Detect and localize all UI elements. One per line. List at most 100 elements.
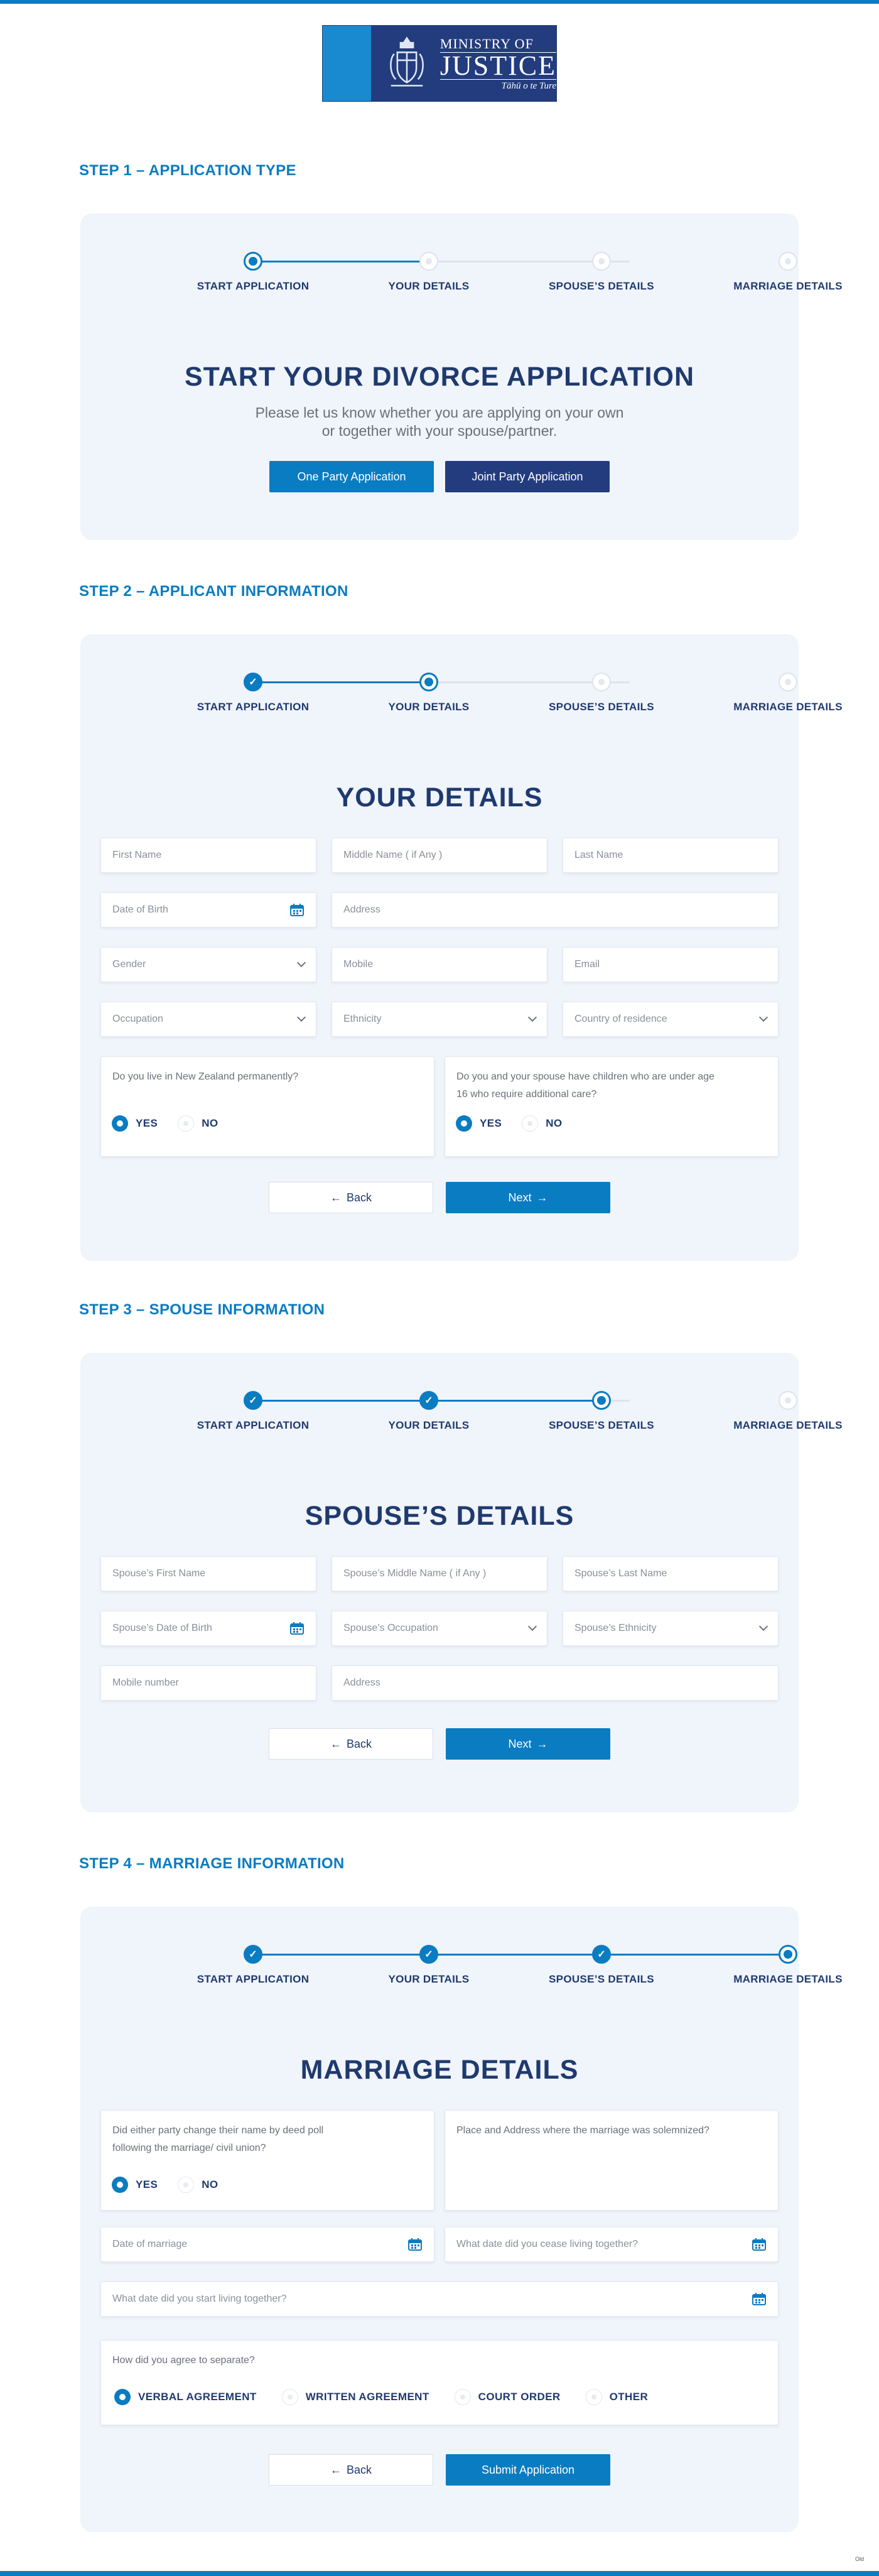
progress-fill — [253, 261, 429, 262]
other-radio[interactable]: OTHER — [585, 2389, 649, 2405]
nz-residence-no-radio[interactable]: NO — [178, 1115, 218, 1132]
ministry-of-justice-logo[interactable]: MINISTRY OF JUSTICE Tāhū o te Ture — [322, 25, 557, 102]
joint-party-application-button[interactable]: Joint Party Application — [445, 461, 610, 492]
progress-dot-spouse — [592, 1391, 611, 1410]
deed-poll-yes-radio[interactable]: YES — [112, 2177, 158, 2193]
progress-label-your-details: YOUR DETAILS — [388, 280, 470, 292]
step1-subtitle-line2: or together with your spouse/partner. — [321, 423, 558, 439]
back-button[interactable]: ← Back — [269, 1182, 433, 1213]
verbal-agreement-radio[interactable]: VERBAL AGREEMENT — [114, 2389, 257, 2405]
step1-subtitle-line1: Please let us know whether you are apply… — [255, 404, 624, 421]
radio-unselected-icon — [454, 2389, 471, 2405]
progress-label-spouse: SPOUSE’S DETAILS — [549, 1973, 654, 1985]
spouse-dob-placeholder: Spouse’s Date of Birth — [112, 1623, 212, 1633]
top-accent-bar — [0, 0, 879, 4]
start-living-date-field[interactable]: What date did you start living together? — [100, 2281, 779, 2317]
progress-dot-your-details: ✓ — [419, 1945, 438, 1964]
progress-label-start: START APPLICATION — [197, 1419, 310, 1431]
no-label: NO — [202, 1117, 218, 1129]
progress-label-your-details: YOUR DETAILS — [388, 701, 470, 713]
first-name-field[interactable]: First Name — [100, 838, 316, 873]
address-field[interactable]: Address — [332, 892, 779, 928]
country-select[interactable]: Country of residence — [563, 1002, 779, 1037]
radio-unselected-icon — [281, 2389, 298, 2405]
spouse-mobile-placeholder: Mobile number — [112, 1677, 179, 1688]
spouse-dob-field[interactable]: Spouse’s Date of Birth — [100, 1611, 316, 1646]
written-agreement-radio[interactable]: WRITTEN AGREEMENT — [281, 2389, 429, 2405]
progress-dot-start — [244, 252, 262, 271]
cease-living-date-field[interactable]: What date did you cease living together? — [445, 2227, 779, 2262]
deed-poll-no-radio[interactable]: NO — [178, 2177, 218, 2193]
email-field[interactable]: Email — [563, 947, 779, 982]
next-button[interactable]: Next → — [446, 1182, 610, 1213]
middle-name-field[interactable]: Middle Name ( if Any ) — [332, 838, 547, 873]
spouse-middle-name-field[interactable]: Spouse’s Middle Name ( if Any ) — [332, 1556, 547, 1591]
date-of-birth-field[interactable]: Date of Birth — [100, 892, 316, 928]
step2-title: STEP 2 – APPLICANT INFORMATION — [79, 583, 348, 600]
progress-label-your-details: YOUR DETAILS — [388, 1973, 470, 1985]
children-yes-radio[interactable]: YES — [456, 1115, 502, 1132]
next-button[interactable]: Next → — [446, 1728, 610, 1760]
ethnicity-select[interactable]: Ethnicity — [332, 1002, 547, 1037]
nz-residence-question-text: Do you live in New Zealand permanently? — [112, 1071, 299, 1082]
progress-dot-start: ✓ — [244, 1391, 262, 1410]
last-name-field[interactable]: Last Name — [563, 838, 779, 873]
calendar-icon[interactable] — [407, 2238, 423, 2251]
deed-poll-line2: following the marriage/ civil union? — [112, 2143, 266, 2153]
separation-radios: VERBAL AGREEMENT WRITTEN AGREEMENT COURT… — [114, 2389, 648, 2405]
children-no-radio[interactable]: NO — [522, 1115, 562, 1132]
spouse-first-name-field[interactable]: Spouse’s First Name — [100, 1556, 316, 1591]
progress-dot-spouse — [592, 673, 611, 691]
spouse-ethnicity-select[interactable]: Spouse’s Ethnicity — [563, 1611, 779, 1646]
deed-poll-question: Did either party change their name by de… — [100, 2110, 434, 2211]
one-party-application-button[interactable]: One Party Application — [269, 461, 434, 492]
one-party-label: One Party Application — [297, 470, 406, 483]
spouse-occupation-select[interactable]: Spouse’s Occupation — [332, 1611, 547, 1646]
logo-line3: Tāhū o te Ture — [501, 80, 556, 91]
progress-label-your-details: YOUR DETAILS — [388, 1419, 470, 1431]
calendar-icon[interactable] — [289, 903, 305, 917]
chevron-down-icon — [296, 958, 306, 968]
court-order-radio[interactable]: COURT ORDER — [454, 2389, 561, 2405]
radio-selected-icon — [112, 1115, 128, 1132]
place-address-textarea[interactable]: Place and Address where the marriage was… — [445, 2110, 779, 2211]
children-question-line1: Do you and your spouse have children who… — [456, 1071, 715, 1082]
nz-residence-yes-radio[interactable]: YES — [112, 1115, 158, 1132]
progress-dot-your-details — [419, 673, 438, 691]
spouse-mobile-field[interactable]: Mobile number — [100, 1665, 316, 1701]
progress-label-marriage: MARRIAGE DETAILS — [733, 701, 843, 713]
dob-placeholder: Date of Birth — [112, 904, 168, 915]
radio-unselected-icon — [178, 1115, 195, 1132]
back-button[interactable]: ← Back — [269, 1728, 433, 1760]
spouse-last-name-field[interactable]: Spouse’s Last Name — [563, 1556, 779, 1591]
step4-heading: MARRIAGE DETAILS — [300, 2055, 579, 2085]
step3-card: ✓ ✓ START APPLICATION YOUR DETAILS SPOUS… — [80, 1353, 842, 1812]
submit-application-button[interactable]: Submit Application — [446, 2454, 610, 2486]
yes-label: YES — [136, 2178, 158, 2190]
joint-party-label: Joint Party Application — [472, 470, 583, 483]
progress-label-start: START APPLICATION — [197, 1973, 310, 1985]
calendar-icon[interactable] — [752, 2238, 767, 2251]
progress-dot-marriage — [779, 252, 797, 271]
step3-heading: SPOUSE’S DETAILS — [305, 1501, 574, 1531]
step1-heading: START YOUR DIVORCE APPLICATION — [185, 362, 694, 392]
nz-residence-question: Do you live in New Zealand permanently? — [100, 1056, 434, 1157]
occupation-select[interactable]: Occupation — [100, 1002, 316, 1037]
deed-poll-line1: Did either party change their name by de… — [112, 2125, 324, 2136]
step4-title: STEP 4 – MARRIAGE INFORMATION — [79, 1855, 345, 1872]
progress-dot-spouse — [592, 252, 611, 271]
spouse-middle-name-placeholder: Spouse’s Middle Name ( if Any ) — [343, 1568, 487, 1579]
back-button[interactable]: ← Back — [269, 2454, 433, 2486]
mobile-field[interactable]: Mobile — [332, 947, 547, 982]
progress-label-marriage: MARRIAGE DETAILS — [733, 280, 843, 292]
step1-card: START APPLICATION YOUR DETAILS SPOUSE’S … — [80, 214, 842, 540]
progress-dot-marriage — [779, 673, 797, 691]
spouse-address-field[interactable]: Address — [332, 1665, 779, 1701]
step1-title: STEP 1 – APPLICATION TYPE — [79, 162, 296, 179]
calendar-icon[interactable] — [752, 2292, 767, 2306]
gender-select[interactable]: Gender — [100, 947, 316, 982]
separation-question: How did you agree to separate? — [100, 2340, 779, 2425]
date-of-marriage-field[interactable]: Date of marriage — [100, 2227, 434, 2262]
calendar-icon[interactable] — [289, 1621, 305, 1635]
address-placeholder: Address — [343, 904, 380, 915]
